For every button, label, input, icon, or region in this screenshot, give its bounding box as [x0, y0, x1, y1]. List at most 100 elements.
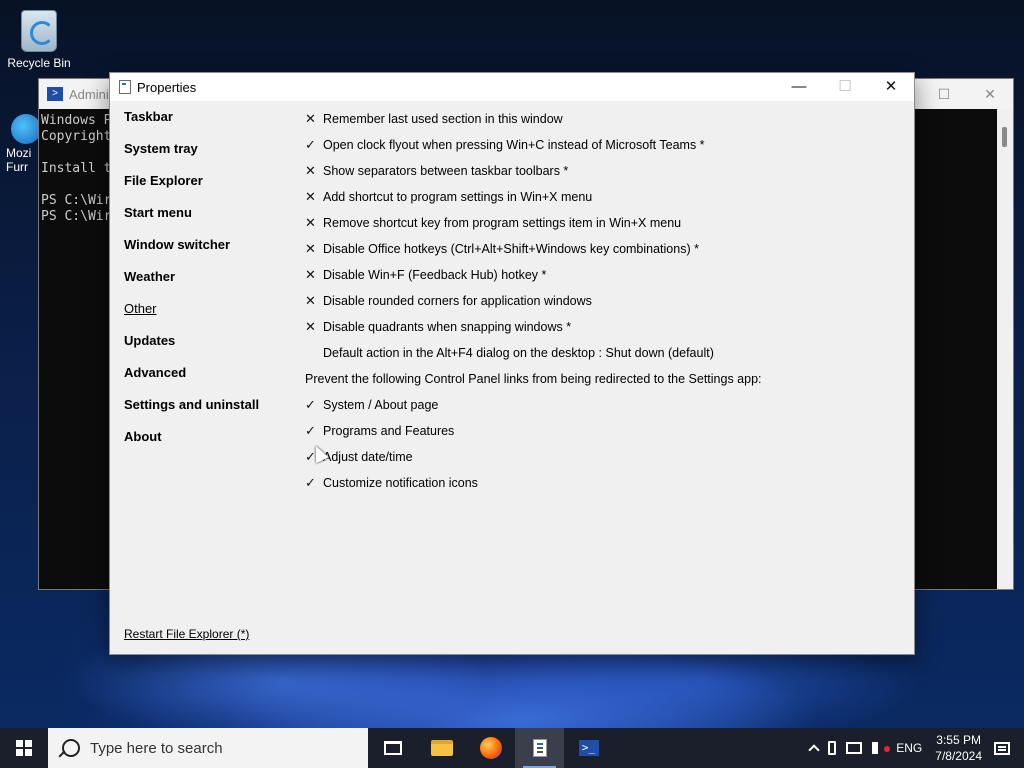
- option-off-icon: ✕: [305, 189, 316, 204]
- properties-window-controls: — ☐ ✕: [776, 73, 914, 101]
- system-tray: ENG 3:55 PM 7/8/2024: [805, 728, 1024, 768]
- redirect-date-time[interactable]: ✓ Adjust date/time: [305, 444, 895, 470]
- browser-logo-icon: [11, 114, 41, 144]
- settings-nav: Taskbar System tray File Explorer Start …: [124, 109, 294, 461]
- task-view-icon: [383, 741, 402, 755]
- search-icon: [62, 739, 80, 757]
- nav-item-advanced[interactable]: Advanced: [124, 365, 294, 397]
- nav-item-about[interactable]: About: [124, 429, 294, 461]
- powershell-icon: >_: [578, 740, 599, 756]
- nav-item-updates[interactable]: Updates: [124, 333, 294, 365]
- properties-app-icon: [532, 739, 547, 757]
- option-on-icon: ✓: [305, 397, 316, 412]
- powershell-icon: >: [47, 87, 63, 101]
- nav-item-file-explorer[interactable]: File Explorer: [124, 173, 294, 205]
- option-rounded-corners[interactable]: ✕ Disable rounded corners for applicatio…: [305, 288, 895, 314]
- option-label: Open clock flyout when pressing Win+C in…: [323, 138, 705, 152]
- search-placeholder: Type here to search: [90, 739, 223, 757]
- option-off-icon: ✕: [305, 111, 316, 126]
- powershell-title: Admini: [69, 86, 109, 102]
- properties-app-icon: [119, 80, 131, 94]
- nav-item-settings-and-uninstall[interactable]: Settings and uninstall: [124, 397, 294, 429]
- option-off-icon: ✕: [305, 241, 316, 256]
- redirect-notification-icons[interactable]: ✓ Customize notification icons: [305, 470, 895, 496]
- option-winx-remove-key[interactable]: ✕ Remove shortcut key from program setti…: [305, 210, 895, 236]
- redirect-system-about[interactable]: ✓ System / About page: [305, 392, 895, 418]
- option-off-icon: ✕: [305, 163, 316, 178]
- folder-icon: [430, 740, 453, 756]
- clock-time: 3:55 PM: [936, 733, 981, 747]
- nav-item-start-menu[interactable]: Start menu: [124, 205, 294, 237]
- option-label: Disable Win+F (Feedback Hub) hotkey *: [323, 268, 547, 282]
- option-label: Remove shortcut key from program setting…: [323, 216, 682, 230]
- usb-tray-button[interactable]: [828, 741, 837, 755]
- properties-title: Properties: [137, 79, 197, 95]
- network-icon: [846, 742, 863, 754]
- recycle-bin-label: Recycle Bin: [7, 56, 71, 70]
- option-remember-section[interactable]: ✕ Remember last used section in this win…: [305, 106, 895, 132]
- option-label: System / About page: [323, 398, 439, 412]
- redirect-section-label: Prevent the following Control Panel link…: [305, 372, 762, 386]
- option-label: Remember last used section in this windo…: [323, 112, 563, 126]
- powershell-window-controls: ☐ ✕: [921, 79, 1013, 109]
- recycle-bin-desktop-icon[interactable]: Recycle Bin: [4, 6, 74, 70]
- settings-content: ✕ Remember last used section in this win…: [305, 106, 895, 496]
- option-on-icon: ✓: [305, 137, 316, 152]
- nav-item-weather[interactable]: Weather: [124, 269, 294, 301]
- option-label: Add shortcut to program settings in Win+…: [323, 190, 593, 204]
- restart-file-explorer-link[interactable]: Restart File Explorer (*): [124, 627, 249, 641]
- nav-item-other[interactable]: Other: [124, 301, 294, 333]
- minimize-button[interactable]: —: [776, 73, 822, 101]
- option-taskbar-separators[interactable]: ✕ Show separators between taskbar toolba…: [305, 158, 895, 184]
- usb-icon: [828, 741, 837, 755]
- option-label: Default action in the Alt+F4 dialog on t…: [323, 346, 714, 360]
- firefox-icon: [479, 737, 502, 759]
- clock[interactable]: 3:55 PM 7/8/2024: [935, 732, 982, 764]
- option-label: Customize notification icons: [323, 476, 478, 490]
- redirect-programs-features[interactable]: ✓ Programs and Features: [305, 418, 895, 444]
- option-off-icon: ✕: [305, 293, 316, 308]
- desktop: Recycle Bin Mozi Furr > Admini ☐ ✕ Windo…: [0, 0, 1024, 728]
- network-tray-button[interactable]: [846, 742, 863, 754]
- option-off-icon: ✕: [305, 215, 316, 230]
- volume-tray-button[interactable]: [872, 742, 891, 754]
- powershell-maximize-button[interactable]: ☐: [921, 79, 967, 109]
- notifications-icon[interactable]: [994, 741, 1010, 755]
- option-snap-quadrants[interactable]: ✕ Disable quadrants when snapping window…: [305, 314, 895, 340]
- chevron-up-icon: [808, 744, 820, 756]
- option-office-hotkeys[interactable]: ✕ Disable Office hotkeys (Ctrl+Alt+Shift…: [305, 236, 895, 262]
- clock-date: 7/8/2024: [935, 749, 982, 763]
- option-on-icon: ✓: [305, 475, 316, 490]
- taskbar: Type here to search >_ ENG 3:55 PM 7/8/2…: [0, 728, 1024, 768]
- firefox-taskbar-button[interactable]: [466, 728, 515, 768]
- option-label: Disable quadrants when snapping windows …: [323, 320, 572, 334]
- task-view-button[interactable]: [368, 728, 417, 768]
- powershell-scrollbar[interactable]: [997, 109, 1013, 589]
- language-indicator[interactable]: ENG: [896, 741, 922, 755]
- file-explorer-taskbar-button[interactable]: [417, 728, 466, 768]
- windows-logo-icon: [16, 740, 32, 756]
- close-button[interactable]: ✕: [868, 73, 914, 101]
- option-clock-flyout[interactable]: ✓ Open clock flyout when pressing Win+C …: [305, 132, 895, 158]
- option-winx-shortcut[interactable]: ✕ Add shortcut to program settings in Wi…: [305, 184, 895, 210]
- nav-item-window-switcher[interactable]: Window switcher: [124, 237, 294, 269]
- volume-muted-icon: [872, 742, 891, 754]
- option-label: Disable rounded corners for application …: [323, 294, 592, 308]
- nav-item-taskbar[interactable]: Taskbar: [124, 109, 294, 141]
- powershell-scrollbar-thumb[interactable]: [1002, 127, 1007, 147]
- option-label: Adjust date/time: [323, 450, 413, 464]
- properties-taskbar-button[interactable]: [515, 728, 564, 768]
- option-off-icon: ✕: [305, 319, 316, 334]
- taskbar-search-box[interactable]: Type here to search: [48, 728, 368, 768]
- powershell-close-button[interactable]: ✕: [967, 79, 1013, 109]
- show-hidden-icons-button[interactable]: [808, 742, 820, 756]
- powershell-taskbar-button[interactable]: >_: [564, 728, 613, 768]
- option-alt-f4-default-action[interactable]: Default action in the Alt+F4 dialog on t…: [305, 340, 895, 366]
- option-feedback-hub-hotkey[interactable]: ✕ Disable Win+F (Feedback Hub) hotkey *: [305, 262, 895, 288]
- nav-item-system-tray[interactable]: System tray: [124, 141, 294, 173]
- start-button[interactable]: [0, 728, 48, 768]
- option-off-icon: ✕: [305, 267, 316, 282]
- option-on-icon: ✓: [305, 423, 316, 438]
- properties-window[interactable]: Properties — ☐ ✕ Taskbar System tray Fil…: [109, 72, 915, 655]
- maximize-button[interactable]: ☐: [822, 73, 868, 101]
